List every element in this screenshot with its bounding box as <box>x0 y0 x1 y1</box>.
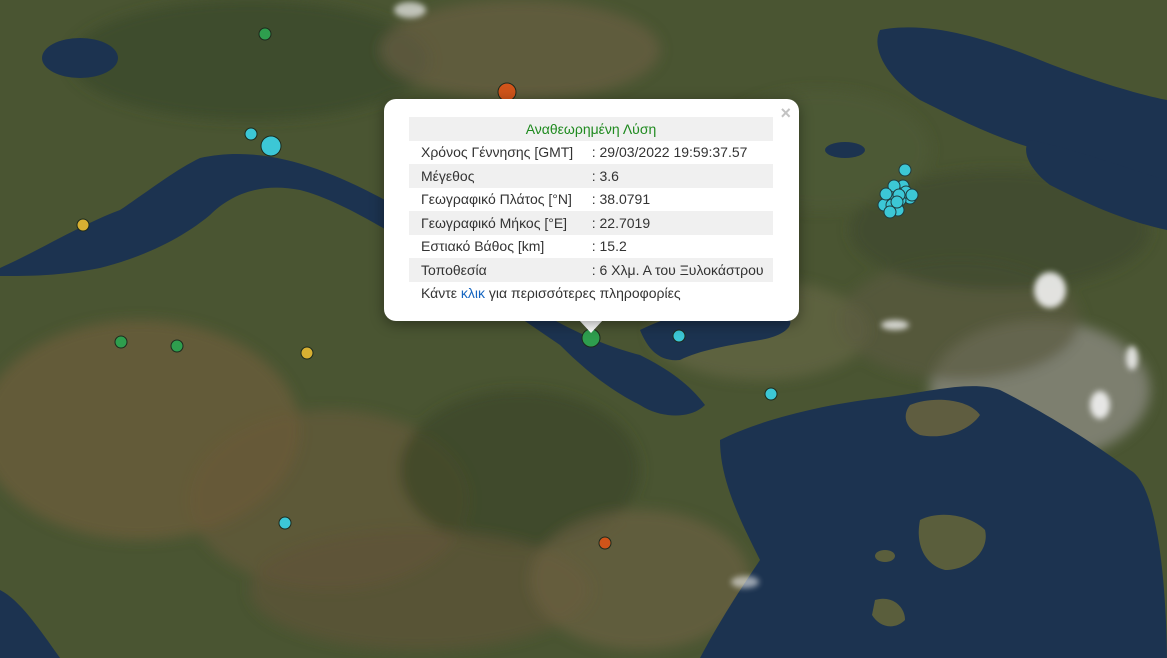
detail-label: Μέγεθος <box>409 164 582 188</box>
detail-row: Εστιακό Βάθος [km] : 15.2 <box>409 235 773 259</box>
detail-value: : 22.7019 <box>581 211 773 235</box>
detail-label: Εστιακό Βάθος [km] <box>421 238 545 255</box>
detail-value: : 15.2 <box>591 238 627 255</box>
popup-tip <box>579 320 603 333</box>
popup-footer-row: Κάντε κλικ για περισσότερες πληροφορίες <box>409 282 773 306</box>
earthquake-marker[interactable] <box>244 127 258 141</box>
earthquake-marker[interactable] <box>278 516 292 530</box>
popup-footer: Κάντε κλικ για περισσότερες πληροφορίες <box>409 282 773 306</box>
detail-row: Μέγεθος: 3.6 <box>409 164 773 188</box>
earthquake-marker[interactable] <box>114 335 128 349</box>
more-info-link[interactable]: κλικ <box>461 285 485 301</box>
earthquake-marker[interactable] <box>260 135 282 157</box>
lake <box>42 38 118 78</box>
earthquake-marker[interactable] <box>300 346 314 360</box>
detail-value: : 38.0791 <box>591 191 651 208</box>
detail-value: : 29/03/2022 19:59:37.57 <box>591 144 748 161</box>
popup-title-row: Αναθεωρημένη Λύση <box>409 117 773 141</box>
detail-value: : 6 Χλμ. Α του Ξυλοκάστρου <box>581 258 773 282</box>
earthquake-marker[interactable] <box>890 195 904 209</box>
detail-label: Χρόνος Γέννησης [GMT] <box>421 144 574 161</box>
island-tiny <box>875 550 895 562</box>
footer-text-before: Κάντε <box>421 285 461 302</box>
earthquake-popup: × Αναθεωρημένη Λύση Χρόνος Γέννησης [GMT… <box>384 99 799 321</box>
detail-row: Τοποθεσία: 6 Χλμ. Α του Ξυλοκάστρου <box>409 258 773 282</box>
detail-label: Γεωγραφικό Μήκος [°E] <box>409 211 582 235</box>
earthquake-marker[interactable] <box>898 163 912 177</box>
detail-label: Γεωγραφικό Πλάτος [°N] <box>421 191 572 208</box>
earthquake-marker[interactable] <box>879 187 893 201</box>
earthquake-marker[interactable] <box>764 387 778 401</box>
earthquake-marker[interactable] <box>598 536 612 550</box>
earthquake-details-table: Αναθεωρημένη Λύση Χρόνος Γέννησης [GMT]:… <box>409 117 773 305</box>
earthquake-marker[interactable] <box>672 329 686 343</box>
earthquake-marker[interactable] <box>905 188 919 202</box>
detail-row: Γεωγραφικό Μήκος [°E]: 22.7019 <box>409 211 773 235</box>
earthquake-marker[interactable] <box>170 339 184 353</box>
earthquake-marker[interactable] <box>258 27 272 41</box>
earthquake-marker[interactable] <box>76 218 90 232</box>
detail-row: Χρόνος Γέννησης [GMT] : 29/03/2022 19:59:… <box>409 141 773 165</box>
detail-value: : 3.6 <box>581 164 773 188</box>
lake-small <box>825 142 865 158</box>
close-icon[interactable]: × <box>780 103 791 123</box>
detail-label: Τοποθεσία <box>409 258 582 282</box>
popup-title: Αναθεωρημένη Λύση <box>409 117 773 141</box>
detail-row: Γεωγραφικό Πλάτος [°N] : 38.0791 <box>409 188 773 212</box>
footer-text-after: για περισσότερες πληροφορίες <box>485 285 681 302</box>
